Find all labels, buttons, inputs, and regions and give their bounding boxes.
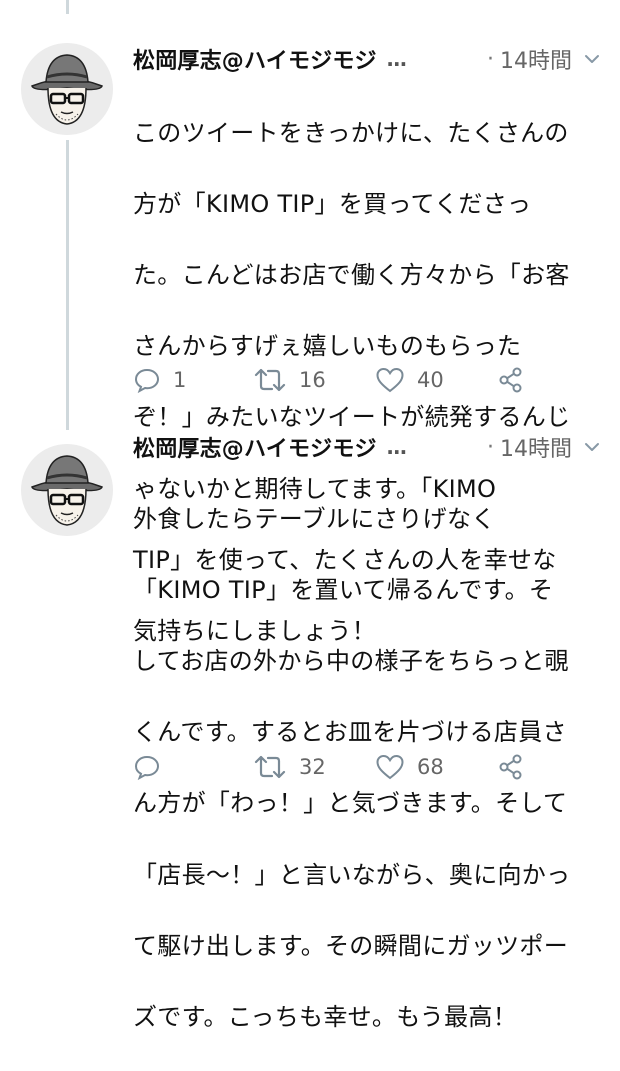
avatar-illustration [21,444,113,536]
reply-button[interactable] [133,750,173,784]
tweet-text-line: このツイートをきっかけに、たくさんの [133,118,569,147]
retweet-button[interactable]: 16 [253,363,326,397]
tweet[interactable]: 松岡厚志@ハイモジモジ … · 14時間 このツイートをきっかけに、たくさんの … [0,0,620,645]
tweet-actions: 32 68 [133,750,553,784]
share-button[interactable] [497,363,525,397]
reply-icon [133,753,161,781]
tweet-header: 松岡厚志@ハイモジモジ … · 14時間 [133,432,600,462]
retweet-count: 32 [299,755,326,779]
tweet-text-line: 方が「KIMO TIP」を買ってくださっ [133,189,532,218]
tweet-text-line: 外食したらテーブルにさりげなく [133,504,496,533]
truncation-ellipsis: … [386,435,407,459]
tweet-text-line: ん方が「わっ！」と気づきます。そして [133,789,568,818]
time-label: 14時間 [500,49,572,74]
like-count: 40 [417,368,444,392]
reply-count: 1 [173,368,187,392]
separator-dot: · [487,46,494,72]
like-button[interactable]: 68 [375,750,444,784]
separator-dot: · [487,434,494,460]
heart-icon [375,366,405,394]
avatar[interactable] [20,443,114,537]
reply-icon [133,366,161,394]
timestamp[interactable]: · 14時間 [487,431,600,463]
author-name[interactable]: 松岡厚志@ハイモジモジ [133,43,377,75]
avatar[interactable] [20,42,114,136]
retweet-icon [253,753,287,781]
avatar-illustration [21,43,113,135]
tweet-actions: 1 16 40 [133,363,553,397]
reply-button[interactable]: 1 [133,363,186,397]
time-label: 14時間 [500,437,572,462]
tweet-text-line: してお店の外から中の様子をちらっと覗 [133,646,569,675]
share-icon [497,753,525,781]
like-count: 68 [417,755,444,779]
tweet-header: 松岡厚志@ハイモジモジ … · 14時間 [133,44,600,74]
retweet-button[interactable]: 32 [253,750,326,784]
tweet-text-line: 「店長〜！」と言いながら、奥に向かっ [133,860,571,889]
share-button[interactable] [497,750,525,784]
share-icon [497,366,525,394]
tweet-text-line: て駆け出します。その瞬間にガッツポー [133,931,568,960]
retweet-icon [253,366,287,394]
tweet-text-line: た。こんどはお店で働く方々から「お客 [133,260,570,289]
truncation-ellipsis: … [386,47,407,71]
tweet-text-line: さんからすげぇ嬉しいものもらった [133,332,522,361]
tweet-text-line: くんです。するとお皿を片づける店員さ [133,718,567,747]
tweet-text-line: ズです。こっちも幸せ。もう最高！ [133,1002,517,1031]
like-button[interactable]: 40 [375,363,444,397]
chevron-down-icon[interactable] [584,441,600,453]
retweet-count: 16 [299,368,326,392]
chevron-down-icon[interactable] [584,53,600,65]
tweet-text-line: 「KIMO TIP」を置いて帰るんです。そ [133,575,554,604]
heart-icon [375,753,405,781]
timestamp[interactable]: · 14時間 [487,43,600,75]
tweet[interactable]: 松岡厚志@ハイモジモジ … · 14時間 外食したらテーブルにさりげなく 「KI… [0,420,620,1031]
author-name[interactable]: 松岡厚志@ハイモジモジ [133,431,377,463]
